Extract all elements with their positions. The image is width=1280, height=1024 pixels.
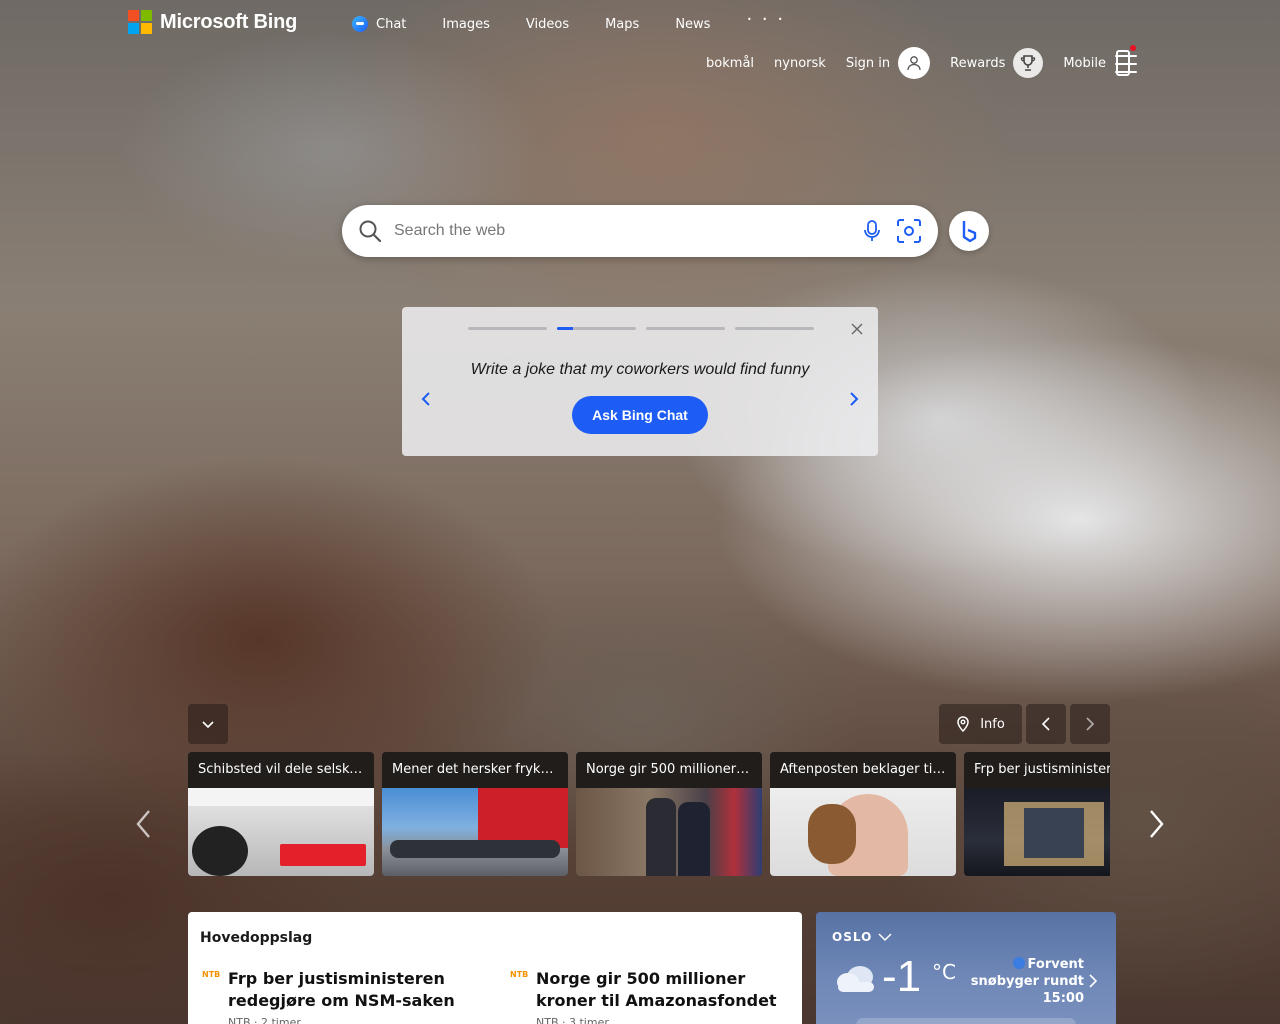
news-card-image <box>188 788 374 876</box>
microphone-icon[interactable] <box>862 219 882 243</box>
story-meta: NTB · 2 timer <box>228 1016 301 1024</box>
lang-bokmal-link[interactable]: bokmål <box>706 56 754 71</box>
progress-segment[interactable] <box>735 327 814 330</box>
hamburger-menu-icon[interactable] <box>1115 55 1137 73</box>
news-card-image <box>382 788 568 876</box>
rewards-link[interactable]: Rewards <box>950 56 1005 71</box>
story-item[interactable]: NTB Frp ber justisministeren redegjøre o… <box>202 968 472 1024</box>
chevron-down-icon <box>202 721 214 729</box>
bing-chat-icon[interactable] <box>949 211 989 251</box>
chevron-left-icon <box>1041 717 1050 731</box>
more-nav-button[interactable]: · · · <box>746 10 785 30</box>
news-card-image <box>964 788 1110 876</box>
news-card[interactable]: Frp ber justisminister <box>964 752 1110 876</box>
logo-text: Microsoft Bing <box>160 10 298 33</box>
search-icon[interactable] <box>358 219 382 243</box>
top-nav: Chat Images Videos Maps News · · · <box>352 11 821 34</box>
story-title[interactable]: Frp ber justisministeren redegjøre om NS… <box>228 968 472 1012</box>
temperature: -1 <box>882 952 922 1001</box>
source-logo: NTB <box>510 970 529 979</box>
lang-nynorsk-link[interactable]: nynorsk <box>774 56 826 71</box>
nav-images[interactable]: Images <box>442 14 490 34</box>
chevron-down-icon <box>878 933 892 942</box>
bing-logo[interactable]: Microsoft Bing <box>128 10 297 34</box>
news-card-caption: Mener det hersker fryktkultur <box>382 752 568 788</box>
chevron-right-icon[interactable] <box>1088 974 1098 988</box>
news-card-caption: Aftenposten beklager tittel <box>770 752 956 788</box>
news-card-image <box>770 788 956 876</box>
suggestion-progress <box>468 327 814 330</box>
cloud-icon <box>837 966 874 992</box>
mobile-link[interactable]: Mobile <box>1063 56 1106 71</box>
weather-strip <box>856 1018 1076 1024</box>
progress-segment[interactable] <box>646 327 725 330</box>
next-image-button[interactable] <box>1070 704 1110 744</box>
microsoft-logo-icon <box>128 10 152 34</box>
news-card[interactable]: Mener det hersker fryktkultur <box>382 752 568 876</box>
news-card-caption: Frp ber justisminister <box>964 752 1110 788</box>
collapse-feed-button[interactable] <box>188 704 228 744</box>
visual-search-icon[interactable] <box>896 218 922 244</box>
location-pin-icon <box>957 716 969 732</box>
top-stories-panel: Hovedoppslag NTB Frp ber justisministere… <box>188 912 802 1024</box>
snowflake-icon <box>1012 957 1025 969</box>
story-meta: NTB · 3 timer <box>536 1016 609 1024</box>
previous-image-button[interactable] <box>1026 704 1066 744</box>
chat-prompt-text: Write a joke that my coworkers would fin… <box>470 361 810 378</box>
chevron-right-icon[interactable] <box>846 391 862 407</box>
chat-suggestion-card: Write a joke that my coworkers would fin… <box>402 307 878 456</box>
temperature-unit[interactable]: °C <box>932 960 956 984</box>
account-bar: bokmål nynorsk Sign in Rewards Mobile <box>686 45 1136 79</box>
progress-segment-active[interactable] <box>557 327 636 330</box>
image-info-button[interactable]: Info <box>939 704 1022 744</box>
weather-widget[interactable]: OSLO -1 °C Forvent snøbyger rundt 15:00 <box>816 912 1116 1024</box>
strip-prev-arrow-icon[interactable] <box>134 808 154 840</box>
news-card-caption: Schibsted vil dele selskapet i to <box>188 752 374 788</box>
news-card[interactable]: Norge gir 500 millioner kroner <box>576 752 762 876</box>
news-card-caption: Norge gir 500 millioner kroner <box>576 752 762 788</box>
story-title[interactable]: Norge gir 500 millioner kroner til Amazo… <box>536 968 780 1012</box>
nav-maps[interactable]: Maps <box>605 14 639 34</box>
news-card-image <box>576 788 762 876</box>
info-label: Info <box>980 716 1005 732</box>
nav-news[interactable]: News <box>675 14 710 34</box>
top-stories-title: Hovedoppslag <box>200 930 313 946</box>
close-icon[interactable] <box>850 321 864 335</box>
avatar-icon[interactable] <box>898 47 931 79</box>
ask-bing-chat-button[interactable]: Ask Bing Chat <box>572 396 708 434</box>
weather-forecast[interactable]: Forvent snøbyger rundt 15:00 <box>954 956 1084 1007</box>
nav-videos[interactable]: Videos <box>526 14 569 34</box>
nav-chat[interactable]: Chat <box>352 14 406 34</box>
chat-icon <box>352 16 368 32</box>
source-logo: NTB <box>202 970 221 979</box>
search-input[interactable] <box>392 221 862 241</box>
rewards-trophy-icon[interactable] <box>1013 48 1044 78</box>
news-card[interactable]: Schibsted vil dele selskapet i to <box>188 752 374 876</box>
weather-location[interactable]: OSLO <box>832 930 892 944</box>
search-box <box>342 205 938 257</box>
sign-in-link[interactable]: Sign in <box>846 56 890 71</box>
notification-dot <box>1130 45 1136 51</box>
chevron-right-icon <box>1086 717 1095 731</box>
news-card[interactable]: Aftenposten beklager tittel <box>770 752 956 876</box>
chevron-left-icon[interactable] <box>418 391 434 407</box>
progress-segment[interactable] <box>468 327 547 330</box>
strip-next-arrow-icon[interactable] <box>1146 808 1166 840</box>
story-item[interactable]: NTB Norge gir 500 millioner kroner til A… <box>510 968 780 1024</box>
news-carousel: Schibsted vil dele selskapet i to Mener … <box>188 752 1110 876</box>
